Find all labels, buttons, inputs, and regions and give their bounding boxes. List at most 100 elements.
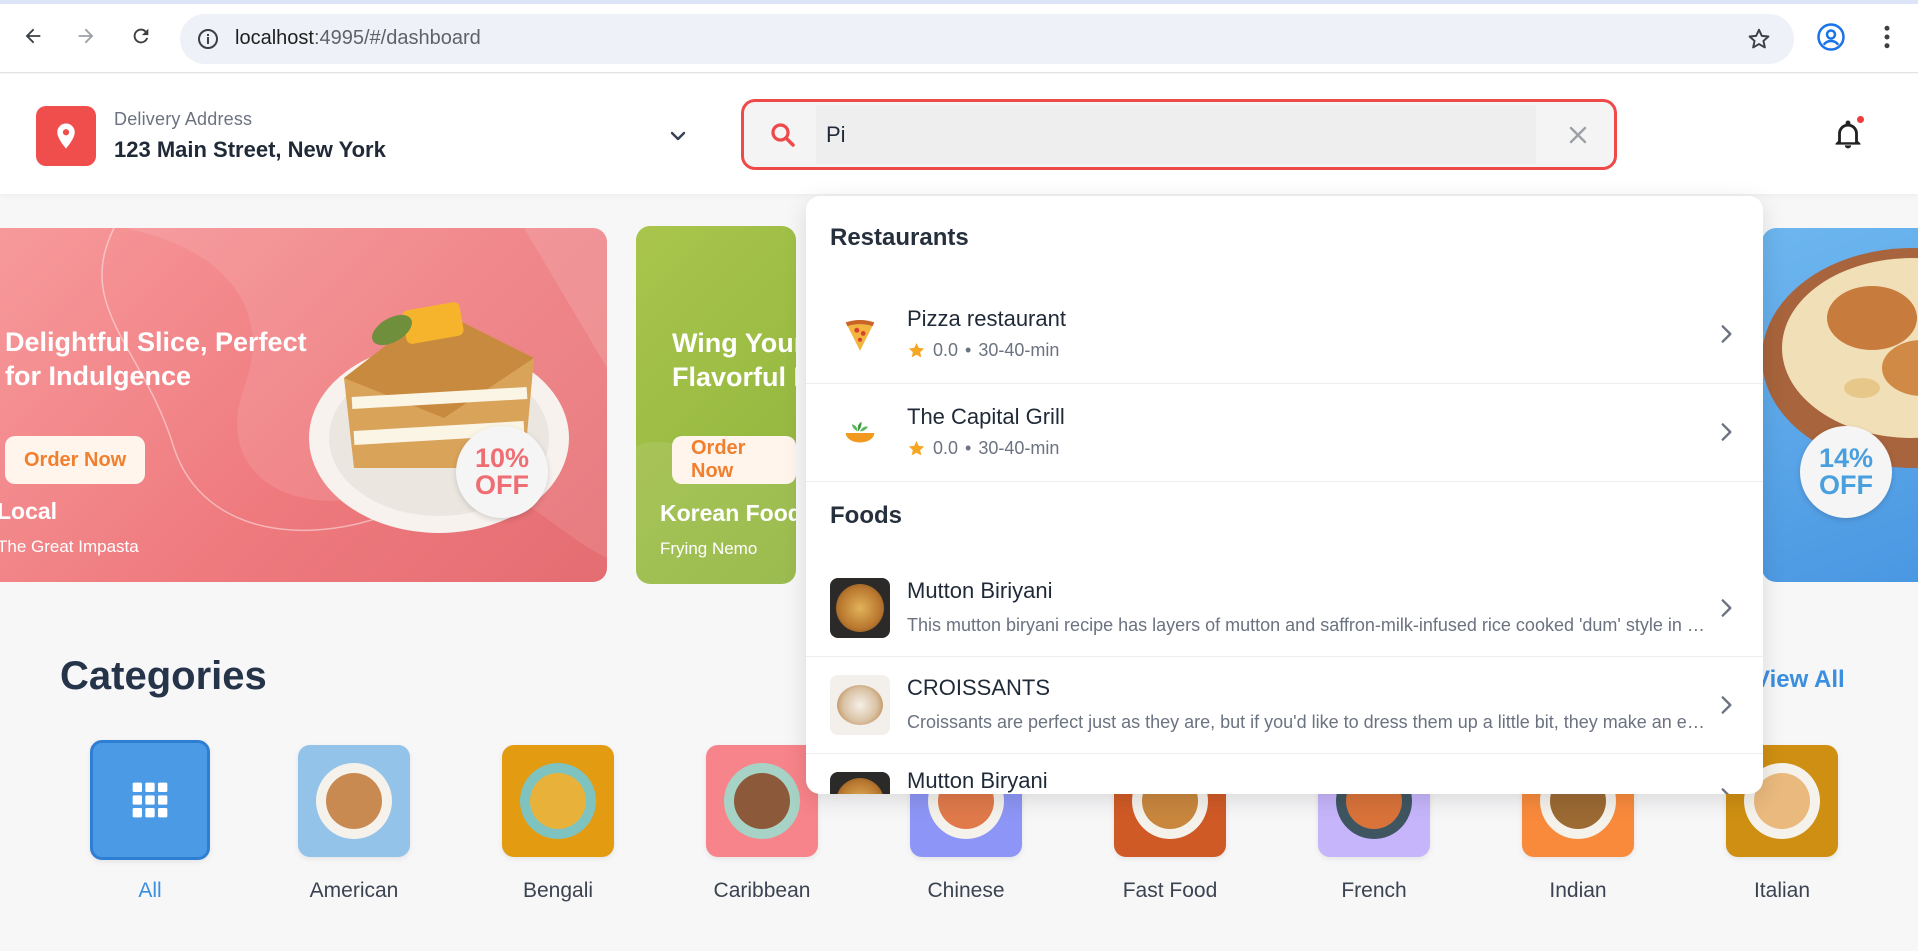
food-description: Croissants are perfect just as they are,…: [907, 712, 1707, 732]
order-now-button[interactable]: Order Now: [672, 436, 796, 484]
notification-dot: [1855, 114, 1866, 125]
food-thumbnail: [830, 772, 890, 794]
promo-banner[interactable]: 14% OFF: [1762, 228, 1918, 582]
arrow-right-icon: [78, 28, 94, 44]
banner-headline-line-1: Wing Your: [672, 328, 796, 358]
category-label: Fast Food: [1122, 879, 1218, 902]
url-text: localhost:4995/#/dashboard: [235, 27, 481, 50]
category-american[interactable]: American: [269, 740, 439, 903]
food-description: This mutton biryani recipe has layers of…: [907, 615, 1707, 635]
banner-headline-line-1: Delightful Slice, Perfect: [5, 327, 307, 357]
meta-separator: •: [965, 438, 972, 458]
browser-toolbar: localhost:4995/#/dashboard: [0, 0, 1918, 73]
category-tile: [90, 740, 210, 860]
biryani-image: [1762, 248, 1918, 468]
discount-badge: 10% OFF: [456, 426, 548, 518]
app-header: Delivery Address 123 Main Street, New Yo…: [0, 74, 1918, 194]
category-label: Italian: [1753, 879, 1811, 902]
cake-image: [309, 302, 569, 533]
banner-restaurant: The Great Impasta: [0, 537, 139, 556]
search-bar: [741, 99, 1617, 170]
reload-button[interactable]: [125, 20, 157, 52]
food-name: Mutton Biryani: [907, 768, 1048, 793]
discount-off-label: OFF: [1819, 470, 1873, 500]
search-results-dropdown: Restaurants Pizza restaurant 0.0 • 30-40…: [806, 196, 1763, 794]
restaurant-result[interactable]: Pizza restaurant 0.0 • 30-40-min: [806, 286, 1763, 384]
address-bar[interactable]: localhost:4995/#/dashboard: [180, 14, 1794, 64]
back-button[interactable]: [17, 20, 49, 52]
delivery-time: 30-40-min: [978, 438, 1060, 458]
banner-decor: [636, 441, 796, 584]
reload-icon: [133, 28, 149, 44]
notification-bell-icon[interactable]: [1831, 114, 1866, 157]
discount-percent: 14%: [1818, 443, 1874, 473]
delivery-address-label: Delivery Address: [114, 109, 253, 129]
banner-headline-line-2: Flavorful D: [672, 362, 796, 392]
category-food-image: [520, 763, 596, 839]
chevron-right-icon: [1721, 325, 1732, 343]
site-info-icon[interactable]: [196, 27, 220, 56]
delivery-time: 30-40-min: [978, 340, 1060, 360]
pizza-slice-icon: [830, 305, 890, 365]
discount-badge: 14% OFF: [1800, 426, 1892, 518]
clear-search-button[interactable]: [1542, 105, 1614, 164]
restaurant-meta: 0.0 • 30-40-min: [907, 340, 1059, 361]
salad-bowl-icon: [830, 403, 890, 463]
promo-banner[interactable]: Delightful Slice, Perfect for Indulgence…: [0, 228, 607, 582]
food-result[interactable]: CROISSANTS Croissants are perfect just a…: [806, 657, 1763, 754]
category-all[interactable]: All: [65, 740, 235, 903]
discount-off-label: OFF: [475, 470, 529, 500]
category-tile: [502, 745, 614, 857]
food-name: Mutton Biriyani: [907, 578, 1053, 603]
order-now-button[interactable]: Order Now: [5, 436, 146, 484]
chevron-right-icon: [1721, 696, 1732, 714]
category-bengali[interactable]: Bengali: [473, 740, 643, 903]
more-vertical-icon[interactable]: [1872, 22, 1902, 57]
profile-icon[interactable]: [1816, 22, 1846, 57]
category-label: All: [138, 879, 162, 902]
url-path: :4995/#/dashboard: [313, 27, 481, 49]
chevron-right-icon: [1721, 423, 1732, 441]
promo-banner[interactable]: Wing Your Flavorful D Order Now Korean F…: [636, 226, 796, 584]
star-icon: [908, 342, 925, 358]
foods-section-title: Foods: [830, 502, 902, 529]
restaurant-rating: 0.0: [933, 438, 959, 458]
category-label: Indian: [1549, 879, 1607, 902]
arrow-left-icon: [25, 28, 41, 44]
restaurant-result[interactable]: The Capital Grill 0.0 • 30-40-min: [806, 384, 1763, 482]
restaurant-name: The Capital Grill: [907, 404, 1065, 429]
banner-headline: Delightful Slice, Perfect for Indulgence: [5, 325, 307, 393]
restaurant-rating: 0.0: [933, 340, 959, 360]
category-tile: [706, 745, 818, 857]
restaurant-meta: 0.0 • 30-40-min: [907, 438, 1059, 459]
chevron-right-icon: [1721, 599, 1732, 617]
category-label: Chinese: [927, 879, 1005, 902]
bookmark-star-icon[interactable]: [1746, 26, 1772, 57]
food-result[interactable]: Mutton Biriyani This mutton biryani reci…: [806, 560, 1763, 657]
category-label: Caribbean: [713, 879, 811, 902]
food-result[interactable]: Mutton Biryani: [806, 754, 1763, 794]
restaurant-name: Pizza restaurant: [907, 306, 1066, 331]
star-icon: [908, 440, 925, 456]
food-thumbnail: [830, 675, 890, 735]
grid-icon: [132, 782, 168, 818]
banner-category: Local: [0, 498, 58, 524]
location-pin-icon: [36, 106, 96, 166]
restaurants-section-title: Restaurants: [830, 224, 969, 251]
view-all-link[interactable]: View All: [1754, 666, 1845, 694]
food-name: CROISSANTS: [907, 675, 1051, 700]
chevron-right-icon: [1721, 788, 1730, 794]
meta-separator: •: [965, 340, 972, 360]
discount-percent: 10%: [474, 443, 530, 473]
category-label: Bengali: [522, 879, 594, 902]
delivery-address-value[interactable]: 123 Main Street, New York: [114, 137, 386, 163]
chevron-down-icon[interactable]: [666, 124, 690, 153]
banner-headline-line-2: for Indulgence: [5, 361, 192, 391]
search-icon: [768, 120, 798, 155]
banner-headline: Wing Your Flavorful D: [672, 326, 796, 394]
food-thumbnail: [830, 578, 890, 638]
search-input[interactable]: [816, 105, 1536, 164]
banner-category: Korean Food: [660, 500, 796, 526]
category-label: American: [309, 879, 399, 902]
forward-button[interactable]: [70, 20, 102, 52]
